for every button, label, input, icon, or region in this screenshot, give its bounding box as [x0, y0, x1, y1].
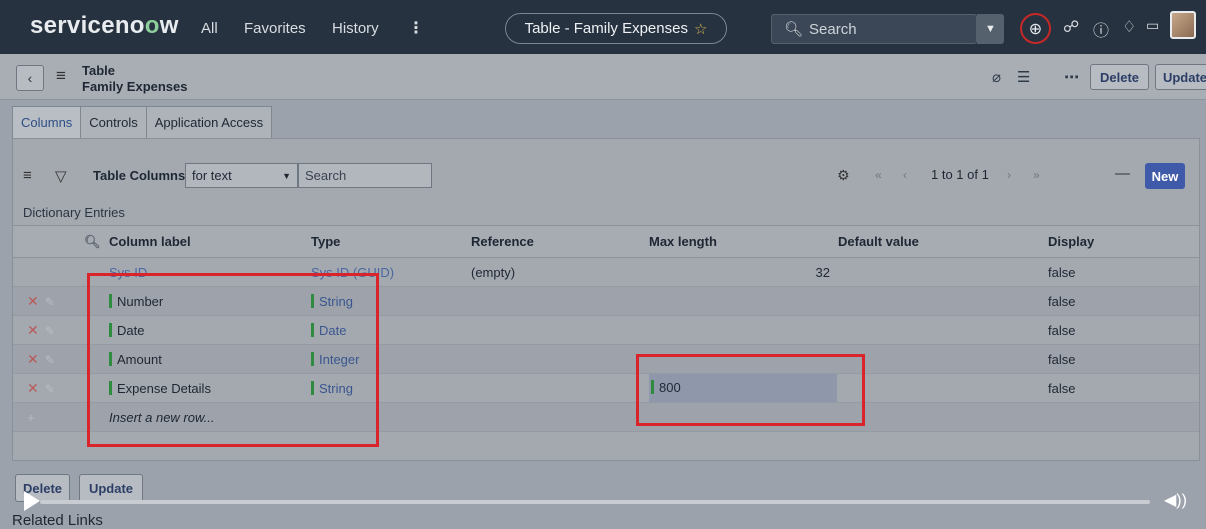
search-scope-dropdown[interactable]: ▼	[977, 14, 1004, 44]
column-search-icon[interactable]: 🔍︎	[75, 225, 109, 258]
row-reference: (empty)	[471, 257, 649, 287]
avatar[interactable]	[1170, 11, 1196, 39]
nav-all[interactable]: All	[201, 20, 218, 37]
delete-row-icon[interactable]: ✕	[13, 380, 39, 396]
related-list-tabs: Columns Controls Application Access	[12, 106, 273, 138]
row-display: false	[1048, 315, 1199, 345]
top-navigation: servicenoow All Favorites History ⋮ Tabl…	[0, 0, 1206, 54]
last-page-icon[interactable]: »	[1033, 168, 1040, 182]
column-header-label[interactable]: Column label	[109, 225, 311, 258]
help-icon[interactable]: ⓘ	[1093, 17, 1109, 41]
previous-page-icon[interactable]: ‹	[903, 168, 907, 182]
favorite-star-icon[interactable]: ☆	[694, 20, 707, 38]
row-display: false	[1048, 373, 1199, 403]
list-search-input[interactable]: Search	[298, 163, 432, 188]
row-display: false	[1048, 257, 1199, 287]
more-options-icon[interactable]: ⋯	[1064, 68, 1079, 86]
column-header-max-length[interactable]: Max length	[649, 225, 838, 258]
row-max-length: 32	[649, 257, 838, 287]
tab-controls[interactable]: Controls	[80, 106, 147, 138]
related-links-heading: Related Links	[12, 512, 103, 529]
column-header-type[interactable]: Type	[311, 225, 471, 258]
nav-history[interactable]: History	[332, 20, 379, 37]
chevron-left-icon: ‹	[27, 70, 33, 86]
highlight-box-fields	[87, 273, 379, 447]
row-display: false	[1048, 286, 1199, 316]
highlight-box-max-length	[636, 354, 865, 426]
tab-columns[interactable]: Columns	[12, 106, 82, 138]
edit-row-icon[interactable]: ✎	[39, 382, 55, 396]
list-toolbar: ≡ ▽ Table Columns for text ▼ Search ⚙ « …	[13, 157, 1199, 195]
form-record-type: Table	[82, 63, 115, 78]
search-placeholder: Search	[809, 20, 857, 38]
first-page-icon[interactable]: «	[875, 168, 882, 182]
column-header-display[interactable]: Display	[1048, 225, 1199, 258]
header-update-button[interactable]: Update	[1155, 64, 1206, 90]
add-row-icon[interactable]: +	[13, 410, 35, 425]
chevron-down-icon: ▼	[282, 171, 291, 181]
footer-update-button[interactable]: Update	[79, 474, 143, 502]
chat-icon[interactable]: ☍	[1063, 17, 1079, 37]
form-menu-icon[interactable]: ≡	[56, 66, 66, 86]
next-page-icon[interactable]: ›	[1007, 168, 1011, 182]
column-header-default-value[interactable]: Default value	[838, 225, 1048, 258]
new-button[interactable]: New	[1145, 163, 1185, 189]
section-label: Dictionary Entries	[23, 205, 125, 220]
delete-row-icon[interactable]: ✕	[13, 293, 39, 309]
row-actions-header	[13, 225, 75, 258]
search-field-select[interactable]: for text ▼	[185, 163, 298, 188]
play-icon[interactable]	[24, 491, 40, 511]
header-delete-button[interactable]: Delete	[1090, 64, 1149, 90]
attachment-icon[interactable]: ⌀	[992, 68, 1001, 86]
tab-application-access[interactable]: Application Access	[145, 106, 273, 138]
context-title: Table - Family Expenses	[524, 20, 688, 37]
back-button[interactable]: ‹	[16, 65, 44, 91]
edit-row-icon[interactable]: ✎	[39, 353, 55, 367]
volume-icon[interactable]: ◀))	[1164, 490, 1187, 510]
form-record-name: Family Expenses	[82, 79, 188, 94]
filter-icon[interactable]: ▽	[55, 167, 67, 185]
edit-row-icon[interactable]: ✎	[39, 295, 55, 309]
globe-icon[interactable]: ⊕	[1020, 13, 1051, 44]
page-count: 1 to 1 of 1	[931, 167, 989, 182]
context-title-pill[interactable]: Table - Family Expenses ☆	[505, 13, 727, 44]
delete-row-icon[interactable]: ✕	[13, 322, 39, 338]
collapse-icon[interactable]: —	[1115, 165, 1130, 182]
search-icon: 🔍︎	[784, 21, 804, 38]
nav-more-icon[interactable]: ⋮	[408, 18, 424, 38]
servicenow-logo[interactable]: servicenoow	[30, 12, 179, 40]
list-menu-icon[interactable]: ≡	[23, 167, 32, 184]
nav-favorites[interactable]: Favorites	[244, 20, 306, 37]
search-field-value: for text	[192, 168, 232, 183]
notification-bell-icon[interactable]: ♢	[1122, 17, 1136, 37]
user-menu-icon[interactable]: ▭	[1146, 17, 1159, 34]
column-header-reference[interactable]: Reference	[471, 225, 649, 258]
row-display: false	[1048, 344, 1199, 374]
gear-icon[interactable]: ⚙	[837, 167, 850, 184]
form-header: ‹ ≡ Table Family Expenses ⌀ ☰ ⋯ Delete U…	[0, 54, 1206, 100]
global-search-input[interactable]: 🔍︎ Search	[771, 14, 977, 44]
video-progress-bar[interactable]	[40, 500, 1150, 504]
personalize-icon[interactable]: ☰	[1017, 68, 1030, 86]
edit-row-icon[interactable]: ✎	[39, 324, 55, 338]
list-title: Table Columns	[93, 168, 186, 183]
delete-row-icon[interactable]: ✕	[13, 351, 39, 367]
